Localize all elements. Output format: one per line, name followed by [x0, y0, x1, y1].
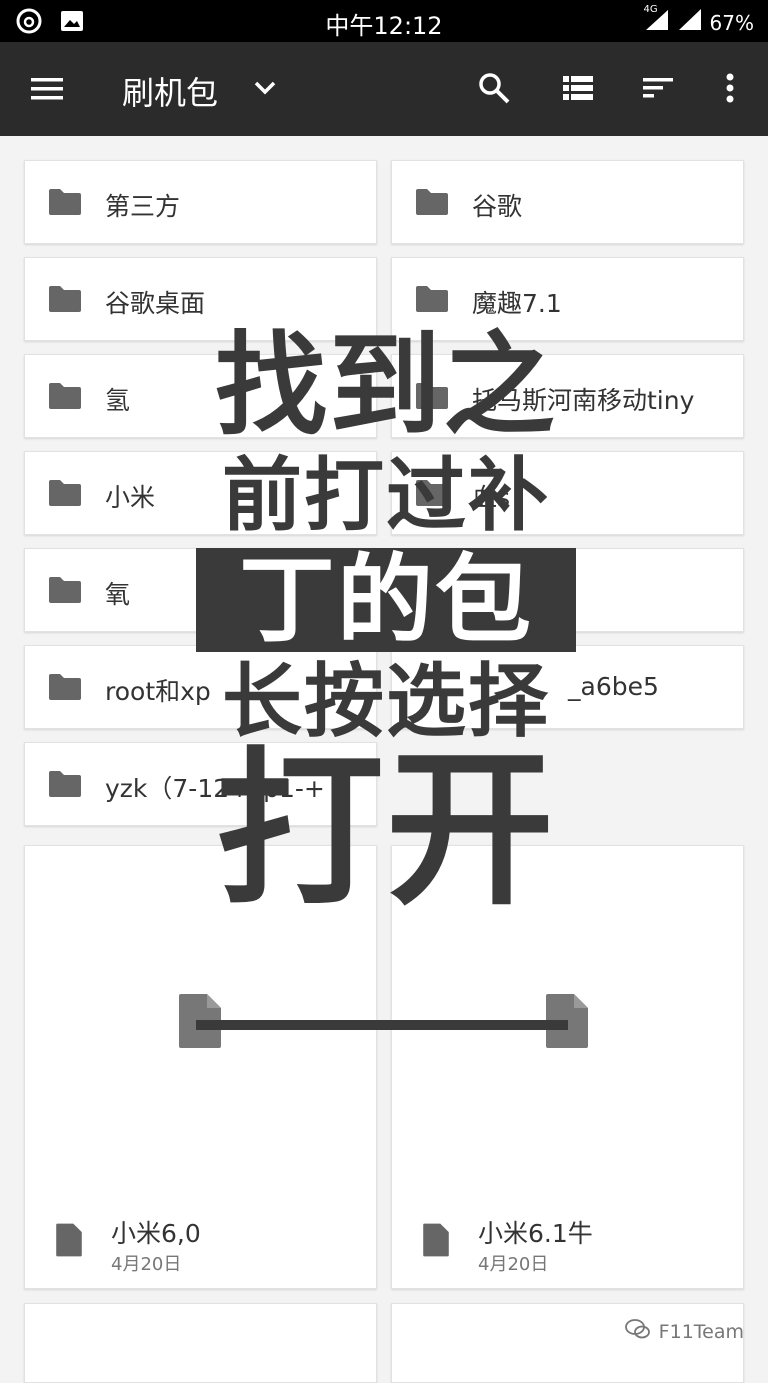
sort-icon[interactable]	[640, 70, 676, 106]
battery-percent: 67%	[709, 10, 754, 35]
folder-icon	[47, 381, 83, 415]
folder-name: 氢	[105, 386, 131, 415]
overlay-underline	[196, 1020, 568, 1030]
network-type: 4G	[643, 4, 658, 15]
folder-icon	[414, 284, 450, 318]
folder-icon	[414, 478, 450, 512]
folder-item[interactable]: 血s	[391, 451, 744, 535]
folder-icon	[47, 478, 83, 512]
folder-icon	[47, 769, 83, 803]
folder-name: 小米	[105, 483, 156, 512]
folder-item[interactable]: 氧	[24, 548, 377, 632]
status-bar: 中午12:12 4G 67%	[0, 0, 768, 42]
folder-name: 氧	[105, 580, 131, 609]
dropdown-icon[interactable]	[252, 78, 278, 102]
folder-name: root和xp	[105, 677, 211, 706]
folder-item[interactable]: _a6be5	[391, 645, 744, 729]
folder-name: 第三方	[105, 192, 181, 221]
folder-name: _a6be5	[568, 672, 659, 701]
folder-item[interactable]: root和xp	[24, 645, 377, 729]
list-view-icon[interactable]	[560, 70, 596, 106]
folder-icon	[47, 284, 83, 318]
file-name: 小米6,0	[111, 1219, 201, 1248]
folder-icon	[47, 575, 83, 609]
folder-icon	[47, 672, 83, 706]
file-icon	[422, 1222, 450, 1262]
watermark-text: F11Team	[658, 1320, 744, 1343]
file-icon	[55, 1222, 83, 1262]
more-icon[interactable]	[718, 70, 742, 106]
page-title: 刷机包	[122, 74, 219, 112]
folder-name: yzk（7-12+sp1-+	[105, 774, 325, 803]
search-icon[interactable]	[476, 70, 512, 106]
folder-name: 魔趣7.1	[472, 289, 562, 318]
file-item[interactable]	[24, 1303, 377, 1383]
file-date: 4月20日	[111, 1254, 182, 1275]
signal-4g-icon: 4G	[644, 4, 670, 37]
folder-item[interactable]: 托马斯河南移动tiny	[391, 354, 744, 438]
file-date: 4月20日	[478, 1254, 549, 1275]
folder-name: 托马斯河南移动tiny	[472, 386, 695, 415]
folder-item[interactable]: 谷歌桌面	[24, 257, 377, 341]
folder-icon	[414, 187, 450, 221]
folder-item[interactable]: 谷歌	[391, 160, 744, 244]
folder-item[interactable]: 第三方	[24, 160, 377, 244]
folder-item[interactable]: yzk（7-12+sp1-+	[24, 742, 377, 826]
folder-name: 血s	[472, 483, 511, 512]
file-item[interactable]: 小米6,0 4月20日	[24, 845, 377, 1289]
watermark: F11Team	[624, 1318, 744, 1345]
folder-item[interactable]: 氢	[24, 354, 377, 438]
folder-item[interactable]	[391, 548, 744, 632]
folder-item[interactable]: 小米	[24, 451, 377, 535]
folder-icon	[414, 381, 450, 415]
app-bar: 刷机包	[0, 42, 768, 136]
folder-name: 谷歌桌面	[105, 289, 206, 318]
wifi-signal-icon	[678, 8, 702, 37]
file-item[interactable]: 小米6.1牛 4月20日	[391, 845, 744, 1289]
file-name: 小米6.1牛	[478, 1219, 593, 1248]
folder-icon	[47, 187, 83, 221]
wechat-icon	[624, 1318, 651, 1345]
folder-item[interactable]: 魔趣7.1	[391, 257, 744, 341]
folder-name: 谷歌	[472, 192, 523, 221]
menu-icon[interactable]	[30, 72, 64, 106]
